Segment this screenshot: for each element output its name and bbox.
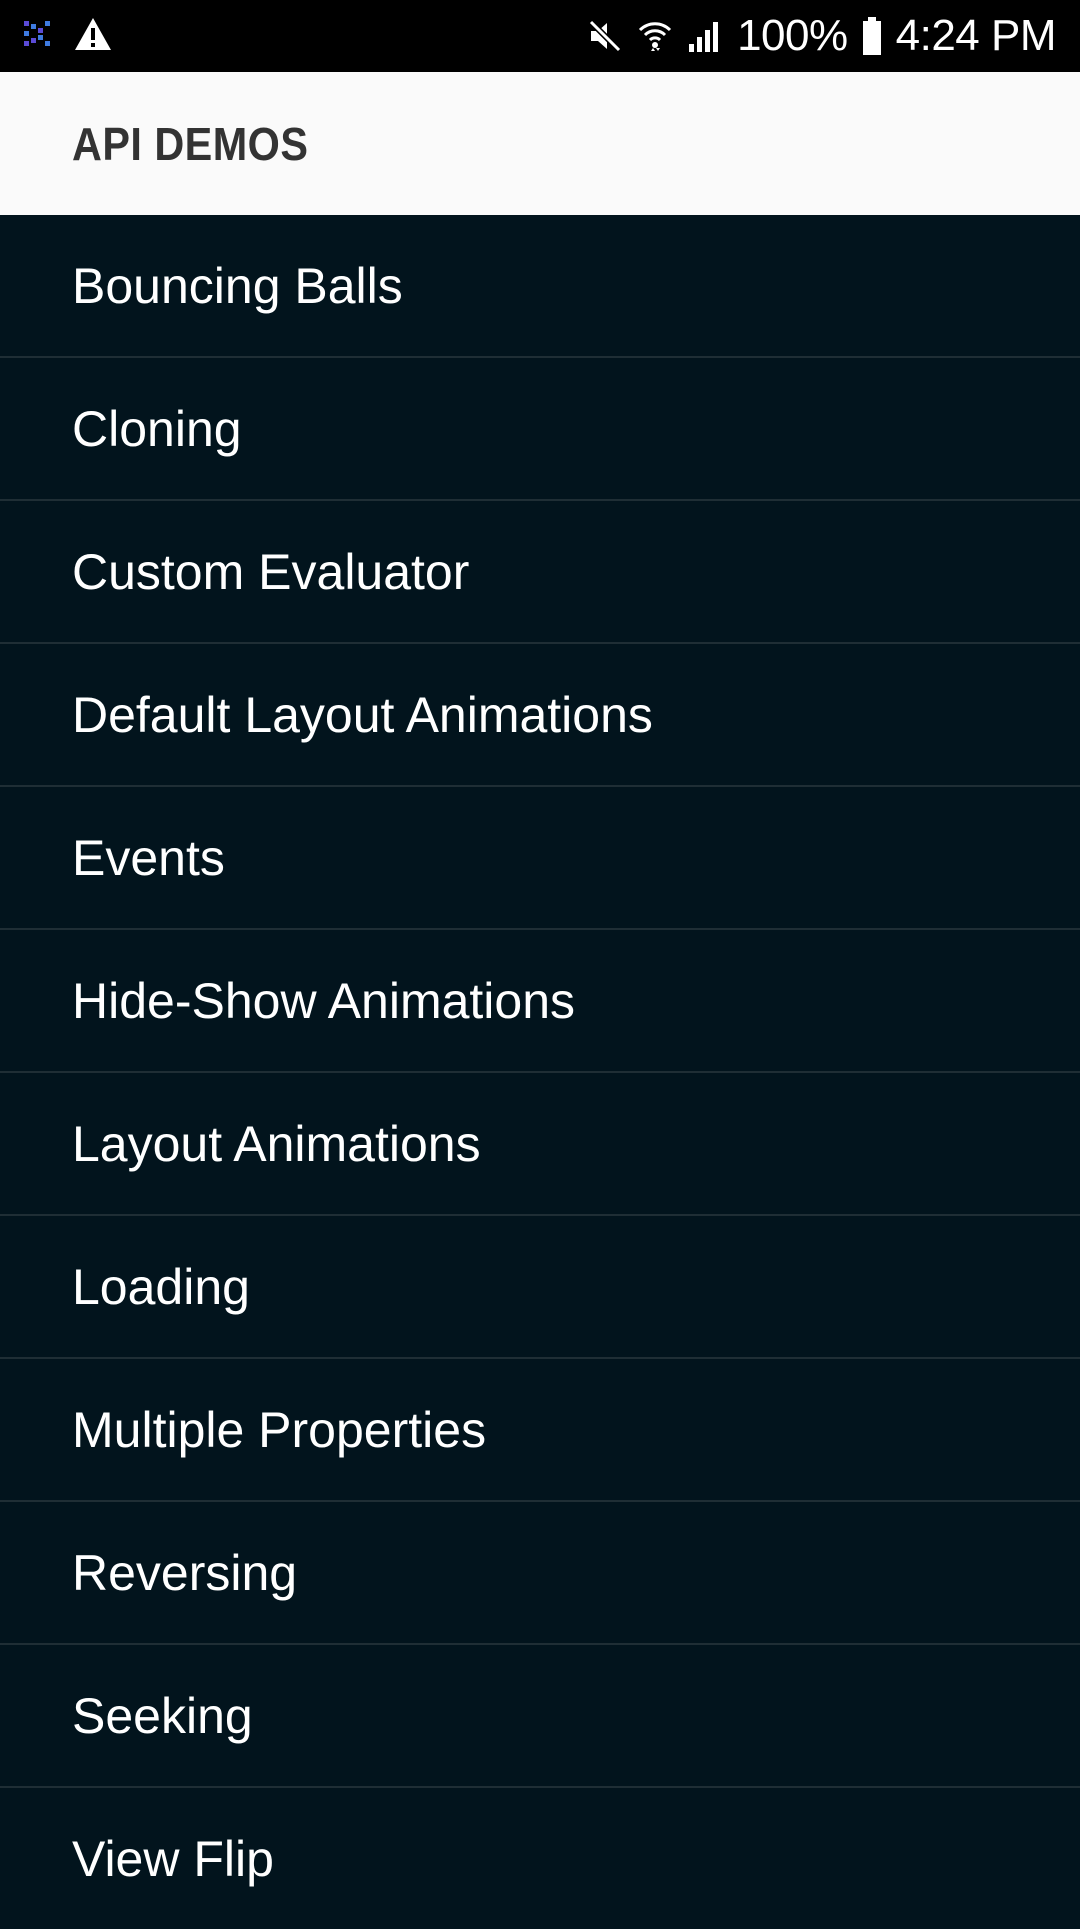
list-item-hide-show-animations[interactable]: Hide-Show Animations [0, 930, 1080, 1073]
wifi-icon [637, 18, 673, 54]
list-item-label: Events [72, 829, 225, 886]
list-item-label: Seeking [72, 1687, 253, 1744]
list-item-bouncing-balls[interactable]: Bouncing Balls [0, 215, 1080, 358]
battery-percent: 100% [737, 11, 848, 60]
list-item-view-flip[interactable]: View Flip [0, 1788, 1080, 1929]
status-left-icons [24, 17, 112, 56]
app-bar: API DEMOS [0, 72, 1080, 215]
list-item-events[interactable]: Events [0, 787, 1080, 930]
list-item-loading[interactable]: Loading [0, 1216, 1080, 1359]
list-item-label: Default Layout Animations [72, 686, 653, 743]
list-item-label: Cloning [72, 400, 242, 457]
list-item-label: Reversing [72, 1544, 298, 1601]
status-right-icons: 100% 4:24 PM [587, 11, 1057, 61]
warning-icon [74, 17, 112, 56]
cell-signal-icon [687, 18, 723, 54]
app-notification-icon [24, 20, 50, 52]
list-item-reversing[interactable]: Reversing [0, 1502, 1080, 1645]
list-item-label: Multiple Properties [72, 1401, 487, 1458]
list-item-label: Bouncing Balls [72, 257, 403, 314]
list-item-label: Loading [72, 1258, 250, 1315]
mute-icon [587, 18, 623, 54]
list-item-label: Custom Evaluator [72, 543, 470, 600]
list-item-label: Hide-Show Animations [72, 972, 576, 1029]
list-item-seeking[interactable]: Seeking [0, 1645, 1080, 1788]
list-item-cloning[interactable]: Cloning [0, 358, 1080, 501]
list-item-custom-evaluator[interactable]: Custom Evaluator [0, 501, 1080, 644]
list-item-label: Layout Animations [72, 1115, 481, 1172]
page-title: API DEMOS [72, 117, 309, 170]
list-item-multiple-properties[interactable]: Multiple Properties [0, 1359, 1080, 1502]
list-item-label: View Flip [72, 1830, 274, 1887]
status-bar: 100% 4:24 PM [0, 0, 1080, 72]
status-time: 4:24 PM [895, 11, 1057, 60]
battery-icon [862, 17, 882, 55]
list-item-layout-animations[interactable]: Layout Animations [0, 1073, 1080, 1216]
list-item-default-layout-animations[interactable]: Default Layout Animations [0, 644, 1080, 787]
demo-list: Bouncing Balls Cloning Custom Evaluator … [0, 215, 1080, 1929]
